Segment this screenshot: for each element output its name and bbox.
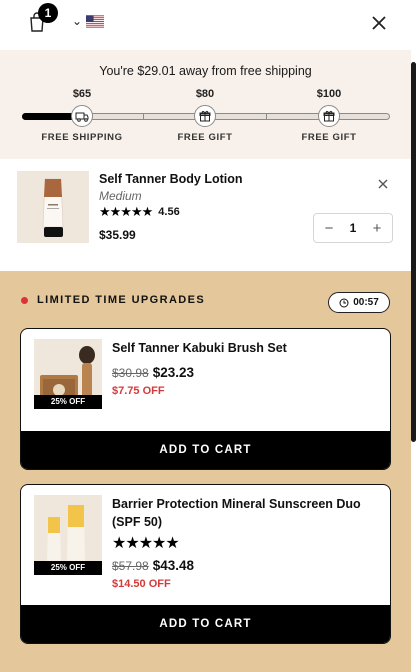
cart-count-badge: 1: [38, 3, 58, 23]
product-image[interactable]: [17, 171, 89, 243]
product-price: $35.99: [99, 228, 136, 242]
truck-icon: [75, 112, 89, 122]
milestone-marker: [71, 105, 93, 127]
upsell-price: $30.98 $23.23: [112, 365, 194, 380]
remove-item-icon[interactable]: [376, 177, 390, 191]
cart-header: 1 ⌄: [0, 0, 417, 50]
upsell-title[interactable]: Barrier Protection Mineral Sunscreen Duo…: [112, 495, 382, 531]
us-flag-icon: [86, 14, 105, 28]
milestone-label: FREE SHIPPING: [41, 132, 123, 143]
close-icon[interactable]: [368, 12, 390, 34]
rating-stars-icon: ★★★★★: [99, 204, 153, 219]
increase-quantity-button[interactable]: +: [370, 220, 384, 237]
quantity-value[interactable]: 1: [350, 221, 357, 235]
progress-divider: [143, 113, 144, 120]
shipping-message: You're $29.01 away from free shipping: [99, 64, 312, 78]
gift-icon: [323, 110, 335, 122]
milestone-free-gift: $80 FREE GIFT: [160, 88, 250, 143]
original-price: $30.98: [112, 366, 149, 380]
product-variant: Medium: [99, 189, 142, 203]
add-to-cart-button[interactable]: ADD TO CART: [21, 605, 390, 643]
upsell-price: $57.98 $43.48: [112, 558, 194, 573]
original-price: $57.98: [112, 559, 149, 573]
upgrades-heading: LIMITED TIME UPGRADES: [37, 294, 206, 306]
upsell-card: 25% OFF Barrier Protection Mineral Sunsc…: [20, 484, 391, 644]
savings-amount: $14.50 OFF: [112, 578, 171, 590]
cart-line-item: Self Tanner Body Lotion Medium ★★★★★ 4.5…: [0, 159, 411, 271]
milestone-amount: $100: [316, 88, 342, 100]
sale-price: $23.23: [152, 365, 194, 380]
product-title[interactable]: Self Tanner Body Lotion: [99, 172, 243, 186]
discount-badge: 25% OFF: [34, 395, 102, 409]
free-shipping-progress: You're $29.01 away from free shipping $6…: [0, 50, 411, 159]
milestone-label: FREE GIFT: [177, 132, 233, 143]
upsell-card: 25% OFF Self Tanner Kabuki Brush Set $30…: [20, 328, 391, 470]
milestone-free-shipping: $65 FREE SHIPPING: [37, 88, 127, 143]
milestone-label: FREE GIFT: [301, 132, 357, 143]
rating-stars-icon: ★★★★★: [112, 535, 180, 552]
gift-icon: [199, 110, 211, 122]
add-to-cart-button[interactable]: ADD TO CART: [21, 431, 390, 469]
decrease-quantity-button[interactable]: −: [322, 220, 336, 237]
live-dot-icon: [21, 297, 28, 304]
progress-divider: [266, 113, 267, 120]
milestone-marker: [318, 105, 340, 127]
sale-price: $43.48: [152, 558, 194, 573]
chevron-down-icon: ⌄: [72, 14, 83, 28]
discount-badge: 25% OFF: [34, 561, 102, 575]
milestone-marker: [194, 105, 216, 127]
savings-amount: $7.75 OFF: [112, 385, 165, 397]
milestone-amount: $80: [195, 88, 215, 100]
clock-icon: [339, 298, 349, 307]
product-rating: ★★★★★ 4.56: [99, 204, 180, 220]
milestone-free-gift: $100 FREE GIFT: [284, 88, 374, 143]
milestone-amount: $65: [72, 88, 92, 100]
timer-value: 00:57: [353, 297, 379, 308]
quantity-stepper: − 1 +: [313, 213, 393, 243]
locale-selector[interactable]: ⌄: [72, 14, 105, 28]
upsell-title[interactable]: Self Tanner Kabuki Brush Set: [112, 339, 382, 357]
countdown-timer: 00:57: [328, 292, 390, 313]
scrollbar[interactable]: [411, 62, 416, 442]
limited-time-upgrades: LIMITED TIME UPGRADES 00:57 25% OFF Self…: [0, 271, 411, 672]
rating-value: 4.56: [158, 206, 180, 218]
